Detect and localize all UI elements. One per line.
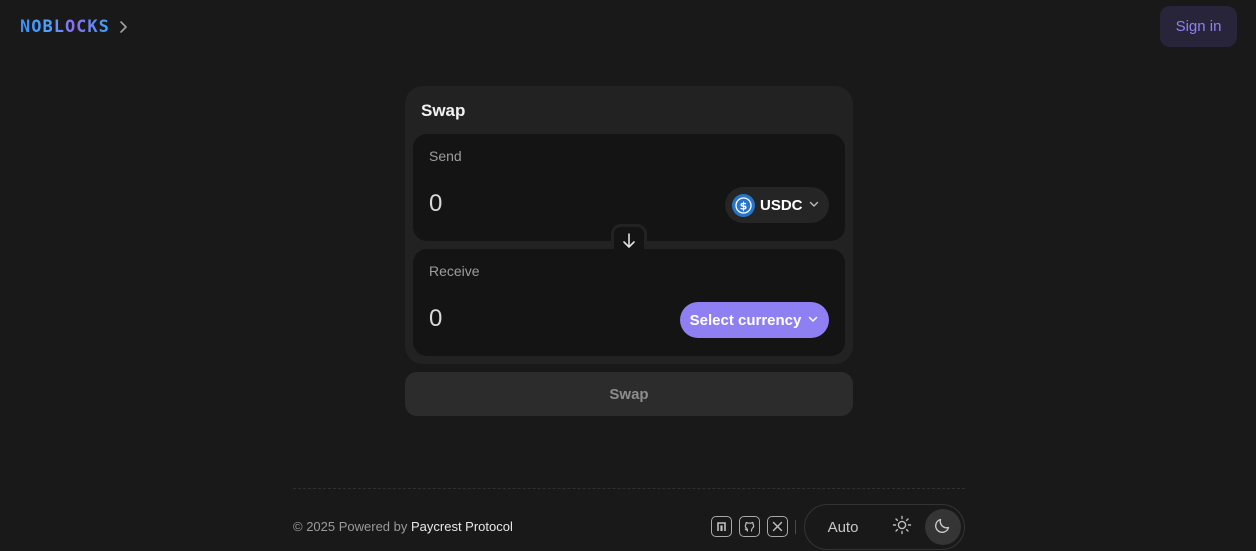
x-icon[interactable]	[767, 516, 788, 537]
send-token-label: USDC	[760, 196, 803, 214]
footer-divider	[293, 488, 965, 489]
chevron-down-icon	[807, 312, 819, 329]
moon-icon	[933, 515, 953, 540]
footer-separator	[795, 520, 796, 534]
send-label: Send	[429, 148, 462, 164]
send-token-selector[interactable]: $ USDC	[725, 187, 829, 223]
usdc-icon: $	[732, 193, 755, 217]
powered-by: © 2025 Powered by Paycrest Protocol	[293, 519, 513, 534]
svg-text:$: $	[740, 199, 748, 212]
swap-card: Swap Send $ USDC Receive Select currency	[405, 86, 853, 364]
send-amount-input[interactable]	[429, 190, 629, 218]
noblocks-icon[interactable]	[711, 516, 732, 537]
chevron-right-icon	[118, 20, 128, 34]
swap-submit-button[interactable]: Swap	[405, 372, 853, 416]
paycrest-link[interactable]: Paycrest Protocol	[411, 519, 513, 534]
receive-panel: Receive Select currency	[413, 249, 845, 356]
chevron-down-icon	[808, 197, 820, 214]
copyright-text: © 2025 Powered by	[293, 519, 411, 534]
theme-switcher: Auto	[804, 504, 965, 550]
select-currency-label: Select currency	[689, 311, 802, 329]
receive-amount-input[interactable]	[429, 305, 629, 333]
github-icon[interactable]	[739, 516, 760, 537]
theme-auto-button[interactable]: Auto	[809, 508, 877, 546]
theme-dark-button[interactable]	[925, 509, 961, 545]
theme-light-button[interactable]	[883, 508, 921, 546]
sun-icon	[892, 515, 912, 540]
logo-link[interactable]: NOBLOCKS	[20, 16, 128, 38]
sign-in-button[interactable]: Sign in	[1160, 6, 1237, 47]
swap-title: Swap	[421, 101, 466, 120]
receive-label: Receive	[429, 263, 480, 279]
logo-wordmark: NOBLOCKS	[20, 17, 110, 37]
select-currency-button[interactable]: Select currency	[680, 302, 829, 338]
